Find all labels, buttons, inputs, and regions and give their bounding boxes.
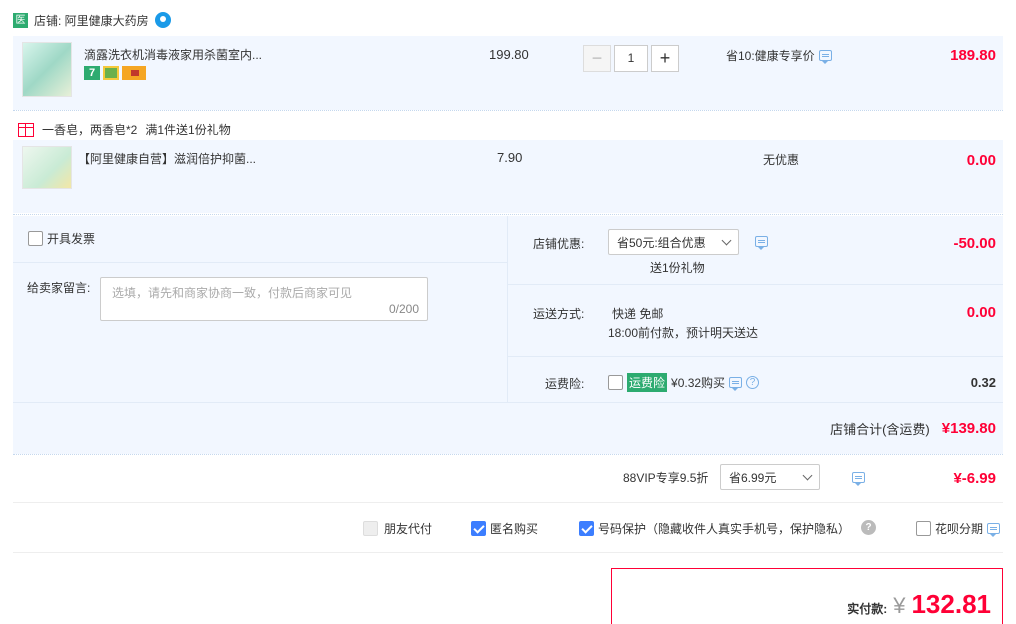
insurance-chat-icon[interactable]: [729, 377, 743, 391]
friend-pay-option[interactable]: 朋友代付: [363, 520, 432, 537]
divider: [13, 110, 1003, 111]
payment-label: 实付款:: [847, 602, 888, 616]
shipping-amount: 0.00: [966, 304, 996, 321]
quantity-input[interactable]: 1: [614, 45, 648, 72]
gift-rule: 满1件送1份礼物: [145, 123, 231, 137]
divider: [13, 454, 1003, 455]
message-counter: 0/200: [388, 302, 419, 316]
friend-pay-checkbox[interactable]: [363, 521, 378, 536]
anonymous-checkbox[interactable]: [471, 521, 486, 536]
product-thumbnail[interactable]: [22, 146, 72, 189]
message-textarea[interactable]: 选填，请先和商家协商一致，付款后商家可见 0/200: [100, 277, 428, 321]
product-thumbnail[interactable]: [22, 42, 72, 97]
shipping-eta: 18:00前付款，预计明天送达: [608, 326, 759, 340]
item-promo: 省10:健康专享价: [726, 47, 832, 64]
shop-name[interactable]: 店铺: 阿里健康大药房: [34, 12, 149, 29]
unit-price: 7.90: [497, 150, 523, 165]
store-discount-select[interactable]: 省50元:组合优惠: [608, 229, 739, 255]
gift-icon: [18, 122, 34, 137]
item-total: 189.80: [950, 47, 996, 64]
shop-header: 医 店铺: 阿里健康大药房: [13, 10, 171, 30]
panel-divider: [13, 402, 1003, 403]
store-total-amount: ¥139.80: [941, 420, 996, 437]
vip-amount: ¥-6.99: [953, 470, 996, 487]
invoice-checkbox[interactable]: [28, 231, 43, 246]
insurance-price: ¥0.32购买: [671, 376, 726, 390]
divider: [13, 214, 1003, 215]
product-title[interactable]: 【阿里健康自营】滋润倍护抑菌...: [78, 150, 256, 167]
panel-divider: [508, 356, 1003, 357]
store-discount-amount: -50.00: [953, 235, 996, 252]
huabei-info-icon[interactable]: [987, 523, 1001, 537]
number-protect-checkbox[interactable]: [579, 521, 594, 536]
payment-box: 实付款: ¥ 132.81: [611, 568, 1003, 624]
increase-button[interactable]: +: [651, 45, 679, 72]
store-total-label: 店铺合计(含运费): [830, 422, 930, 437]
vip-discount-select[interactable]: 省6.99元: [720, 464, 820, 490]
number-protect-option[interactable]: 号码保护（隐藏收件人真实手机号，保护隐私）: [579, 520, 850, 537]
message-placeholder: 选填，请先和商家协商一致，付款后商家可见: [112, 286, 353, 300]
promo-text: 省10:健康专享价: [726, 49, 815, 63]
store-discount-label: 店铺优惠:: [533, 237, 585, 251]
divider: [13, 552, 1003, 553]
store-discount-value: 省50元:组合优惠: [617, 235, 706, 250]
payment-currency: ¥: [893, 593, 906, 618]
gift-line: 一香皂，两香皂*2 满1件送1份礼物: [18, 121, 231, 138]
insurance-checkbox[interactable]: [608, 375, 623, 390]
help-icon[interactable]: ?: [861, 520, 876, 535]
seven-day-return-icon: 7: [84, 66, 100, 80]
discount-info-icon[interactable]: [755, 236, 768, 250]
divider: [13, 502, 1003, 503]
shipping-method: 快递 免邮: [612, 307, 664, 321]
friend-pay-label: 朋友代付: [384, 522, 433, 536]
insurance-label: 运费险:: [545, 377, 585, 391]
panel-divider: [508, 284, 1003, 285]
help-icon[interactable]: ?: [746, 376, 760, 389]
store-discount-sub: 送1份礼物: [650, 261, 705, 275]
message-label: 给卖家留言:: [27, 281, 91, 295]
huabei-label: 花呗分期: [935, 522, 984, 536]
item-total: 0.00: [966, 152, 996, 169]
product-title[interactable]: 滴露洗衣机消毒液家用杀菌室内...: [84, 46, 262, 63]
gift-text: 一香皂，两香皂*2: [42, 123, 138, 137]
card-pay-icon: [122, 66, 146, 80]
promo-info-icon[interactable]: [818, 50, 832, 64]
insurance-option[interactable]: 运费险 ¥0.32购买 ?: [608, 373, 760, 392]
store-total: 店铺合计(含运费) ¥139.80: [830, 419, 996, 438]
pharmacy-badge-icon: 医: [13, 12, 28, 28]
huabei-checkbox[interactable]: [916, 521, 931, 536]
vip-discount-value: 省6.99元: [729, 470, 777, 485]
payment-amount: 132.81: [911, 589, 991, 619]
quantity-stepper[interactable]: − 1 +: [583, 45, 679, 72]
payment-summary: 实付款: ¥ 132.81: [847, 589, 991, 620]
number-protect-label: 号码保护（隐藏收件人真实手机号，保护隐私）: [598, 522, 851, 536]
decrease-button[interactable]: −: [583, 45, 611, 72]
insurance-amount: 0.32: [970, 375, 996, 390]
huabei-option[interactable]: 花呗分期: [916, 520, 1001, 537]
item-promo: 无优惠: [763, 153, 800, 167]
wangwang-icon[interactable]: [154, 12, 171, 28]
guarantee-icon: [103, 66, 119, 80]
unit-price: 199.80: [489, 47, 529, 62]
anonymous-option[interactable]: 匿名购买: [471, 520, 538, 537]
insurance-badge: 运费险: [627, 373, 668, 392]
vip-label: 88VIP专享9.5折: [623, 471, 709, 485]
chevron-down-icon: [802, 470, 813, 480]
chevron-down-icon: [721, 235, 732, 245]
product-tags: 7: [84, 66, 146, 80]
anonymous-label: 匿名购买: [490, 522, 539, 536]
panel-divider: [13, 262, 507, 263]
shipping-label: 运送方式:: [533, 307, 585, 321]
panel-split: [507, 216, 508, 402]
vip-info-icon[interactable]: [852, 472, 866, 486]
invoice-label: 开具发票: [47, 232, 96, 246]
invoice-option[interactable]: 开具发票: [28, 230, 95, 247]
